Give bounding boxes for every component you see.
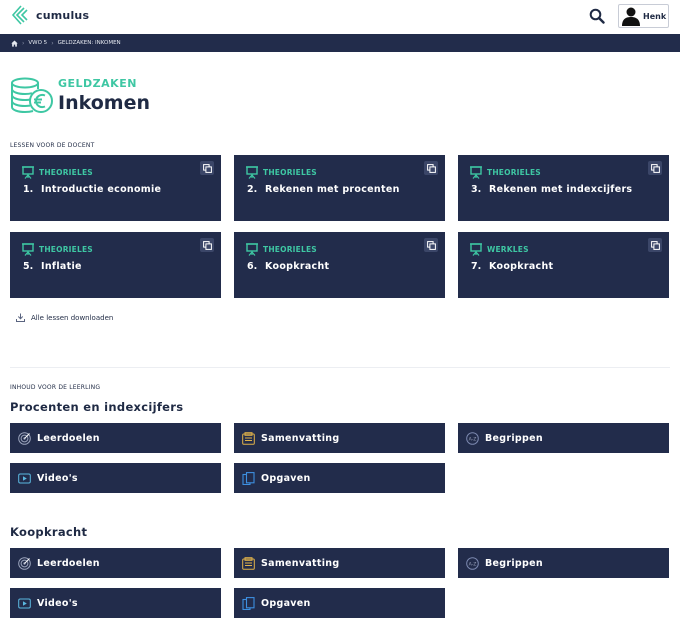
- download-all-lessons-link[interactable]: Alle lessen downloaden: [16, 313, 113, 322]
- tile-samenvatting[interactable]: Samenvatting: [234, 548, 445, 578]
- summary-icon: [242, 431, 255, 445]
- tile-label: Samenvatting: [261, 557, 340, 569]
- tile-samenvatting[interactable]: Samenvatting: [234, 423, 445, 453]
- copy-lesson-button[interactable]: [424, 161, 438, 175]
- copy-icon: [426, 240, 436, 250]
- lesson-type: THEORIELES: [263, 245, 317, 254]
- lesson-type: THEORIELES: [263, 168, 317, 177]
- presentation-board-icon: [470, 243, 482, 256]
- tile-label: Video's: [37, 597, 78, 609]
- logo[interactable]: cumulus: [10, 4, 89, 26]
- lesson-type: THEORIELES: [487, 168, 541, 177]
- tile-label: Begrippen: [485, 432, 543, 444]
- lesson-card[interactable]: THEORIELES 3. Rekenen met indexcijfers: [458, 155, 669, 221]
- lesson-number: 1.: [23, 184, 34, 195]
- copy-icon: [650, 240, 660, 250]
- page-title: Inkomen: [58, 92, 150, 114]
- tile-label: Video's: [37, 472, 78, 484]
- copy-lesson-button[interactable]: [424, 238, 438, 252]
- svg-text:A-Z: A-Z: [469, 561, 477, 567]
- home-icon[interactable]: [11, 39, 18, 47]
- download-all-label: Alle lessen downloaden: [31, 313, 114, 322]
- copy-icon: [426, 163, 436, 173]
- tile-opgaven[interactable]: Opgaven: [234, 588, 445, 618]
- breadcrumb-item-level[interactable]: VWO 5: [28, 40, 47, 46]
- brand-name: cumulus: [36, 8, 90, 22]
- tile-videos[interactable]: Video's: [10, 588, 221, 618]
- copy-icon: [650, 163, 660, 173]
- lesson-title: Koopkracht: [265, 261, 330, 272]
- a-z-icon: A-Z: [466, 431, 479, 445]
- cumulus-logo-icon: [11, 5, 28, 25]
- lesson-title: Koopkracht: [489, 261, 554, 272]
- breadcrumb-separator: ›: [51, 39, 54, 47]
- lesson-number: 5.: [23, 261, 34, 272]
- search-icon[interactable]: [589, 8, 605, 24]
- presentation-board-icon: [246, 166, 258, 179]
- a-z-icon: A-Z: [466, 556, 479, 570]
- presentation-board-icon: [22, 166, 34, 179]
- tile-videos[interactable]: Video's: [10, 463, 221, 493]
- lesson-card[interactable]: WERKLES 7. Koopkracht: [458, 232, 669, 298]
- user-avatar-icon: [622, 7, 640, 26]
- download-icon: [16, 313, 25, 322]
- lesson-number: 2.: [247, 184, 258, 195]
- copy-lesson-button[interactable]: [648, 238, 662, 252]
- lesson-title: Inflatie: [41, 261, 82, 272]
- top-bar: cumulus Henk: [0, 0, 680, 33]
- video-icon: [18, 473, 31, 483]
- tile-label: Opgaven: [261, 472, 311, 484]
- tile-leerdoelen[interactable]: Leerdoelen: [10, 548, 221, 578]
- presentation-board-icon: [22, 243, 34, 256]
- presentation-board-icon: [246, 243, 258, 256]
- tile-label: Samenvatting: [261, 432, 340, 444]
- tile-label: Begrippen: [485, 557, 543, 569]
- lesson-number: 3.: [471, 184, 482, 195]
- section-label-student: INHOUD VOOR DE LEERLING: [10, 384, 101, 391]
- user-name: Henk: [643, 11, 667, 21]
- lesson-card[interactable]: THEORIELES 2. Rekenen met procenten: [234, 155, 445, 221]
- copy-icon: [202, 163, 212, 173]
- lesson-type: WERKLES: [487, 245, 529, 254]
- breadcrumb: › VWO 5 › GELDZAKEN: INKOMEN: [0, 34, 680, 52]
- lesson-card[interactable]: THEORIELES 5. Inflatie: [10, 232, 221, 298]
- lesson-number: 6.: [247, 261, 258, 272]
- svg-text:A-Z: A-Z: [469, 436, 477, 442]
- copy-lesson-button[interactable]: [648, 161, 662, 175]
- group-title: Koopkracht: [10, 525, 88, 539]
- presentation-board-icon: [470, 166, 482, 179]
- section-divider: [10, 367, 670, 368]
- tile-label: Opgaven: [261, 597, 311, 609]
- subject-label: GELDZAKEN: [58, 77, 137, 90]
- lesson-title: Rekenen met indexcijfers: [489, 184, 633, 195]
- copy-icon: [202, 240, 212, 250]
- copy-lesson-button[interactable]: [200, 161, 214, 175]
- lesson-title: Rekenen met procenten: [265, 184, 400, 195]
- lesson-number: 7.: [471, 261, 482, 272]
- tile-begrippen[interactable]: A-Z Begrippen: [458, 423, 669, 453]
- exercises-icon: [242, 471, 255, 485]
- group-title: Procenten en indexcijfers: [10, 400, 184, 414]
- tile-leerdoelen[interactable]: Leerdoelen: [10, 423, 221, 453]
- target-icon: [18, 556, 31, 570]
- lesson-card[interactable]: THEORIELES 1. Introductie economie: [10, 155, 221, 221]
- tile-label: Leerdoelen: [37, 557, 100, 569]
- section-label-teacher: LESSEN VOOR DE DOCENT: [10, 142, 95, 149]
- summary-icon: [242, 556, 255, 570]
- user-menu-button[interactable]: Henk: [618, 4, 669, 28]
- coins-euro-icon: [11, 77, 53, 114]
- breadcrumb-item-current: GELDZAKEN: INKOMEN: [57, 40, 121, 46]
- lesson-type: THEORIELES: [39, 245, 93, 254]
- tile-opgaven[interactable]: Opgaven: [234, 463, 445, 493]
- copy-lesson-button[interactable]: [200, 238, 214, 252]
- tile-label: Leerdoelen: [37, 432, 100, 444]
- lesson-type: THEORIELES: [39, 168, 93, 177]
- lesson-card[interactable]: THEORIELES 6. Koopkracht: [234, 232, 445, 298]
- tile-begrippen[interactable]: A-Z Begrippen: [458, 548, 669, 578]
- lesson-title: Introductie economie: [41, 184, 162, 195]
- exercises-icon: [242, 596, 255, 610]
- video-icon: [18, 598, 31, 608]
- target-icon: [18, 431, 31, 445]
- breadcrumb-separator: ›: [22, 39, 25, 47]
